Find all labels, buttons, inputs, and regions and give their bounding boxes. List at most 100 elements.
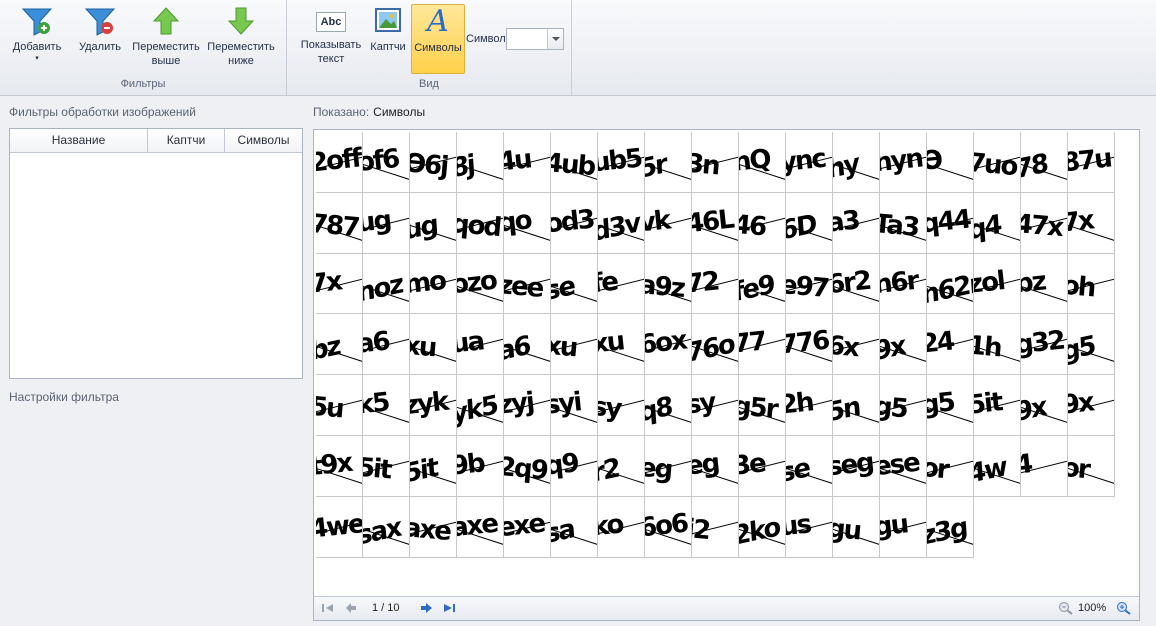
symbol-tile[interactable]: 87u	[1068, 132, 1115, 193]
symbol-tile[interactable]: 4wed	[316, 496, 363, 558]
symbol-tile[interactable]: r2	[598, 435, 645, 497]
symbol-tile[interactable]: 787	[316, 192, 363, 254]
symbol-tile[interactable]: ozo	[457, 253, 504, 315]
symbol-tile[interactable]: ync	[786, 132, 833, 193]
symbol-tile[interactable]: 9b	[457, 435, 504, 497]
symbol-tile[interactable]: od3	[551, 192, 598, 254]
symbol-tile[interactable]: syi	[551, 375, 598, 436]
symbol-tile[interactable]: t9x	[316, 435, 363, 497]
symbol-tile[interactable]: 3e	[739, 435, 786, 497]
captcha-button[interactable]: Каптчи	[367, 4, 409, 74]
symbol-tile[interactable]: 9x	[880, 314, 927, 376]
symbol-tile[interactable]: q4	[974, 192, 1021, 254]
symbol-tile[interactable]: 4	[1021, 435, 1068, 497]
column-symbols-header[interactable]: Символы	[225, 129, 302, 152]
symbol-tile[interactable]: Ta3	[880, 192, 927, 254]
symbol-tile[interactable]: 72	[692, 253, 739, 315]
symbol-tile[interactable]: g32	[1021, 314, 1068, 376]
symbol-tile[interactable]: zee	[504, 253, 551, 315]
symbol-tile[interactable]: ub5	[598, 132, 645, 193]
symbol-tile[interactable]: 8j	[457, 132, 504, 193]
symbol-tile[interactable]: 4ub	[551, 132, 598, 193]
symbol-tile[interactable]: Ө6j	[410, 132, 457, 193]
symbol-tile[interactable]: ug	[410, 192, 457, 254]
symbol-tile[interactable]: eg	[645, 435, 692, 497]
symbol-tile[interactable]: 6o6	[645, 496, 692, 558]
symbol-tile[interactable]: 5n	[833, 375, 880, 436]
symbol-tile[interactable]: a9z	[645, 253, 692, 315]
symbol-tile[interactable]: us	[786, 496, 833, 558]
symbol-tile[interactable]: or	[1068, 435, 1115, 497]
symbol-tile[interactable]: 5it	[410, 435, 457, 497]
first-page-icon[interactable]	[320, 601, 336, 615]
symbol-tile[interactable]: a6	[363, 314, 410, 376]
prev-page-icon[interactable]	[344, 601, 360, 615]
symbol-tile[interactable]: 7uo	[974, 132, 1021, 193]
symbol-tile[interactable]: 5u	[316, 375, 363, 436]
symbol-tile[interactable]: 5it	[363, 435, 410, 497]
symbol-tile[interactable]: or	[927, 435, 974, 497]
symbol-tile[interactable]: 76o	[692, 314, 739, 376]
symbol-tile[interactable]: g5r	[739, 375, 786, 436]
symbols-gallery[interactable]: 2off of6 Ө6j 8j 4u 4ub ub5 5r 3n nQ ync hy hyn Ө 7uo 78…	[316, 132, 1115, 558]
symbol-tile[interactable]: ko	[598, 496, 645, 558]
symbol-tile[interactable]: a6	[504, 314, 551, 376]
symbol-tile[interactable]: oh	[1068, 253, 1115, 315]
symbol-tile[interactable]: q44	[927, 192, 974, 254]
symbol-tile[interactable]: nQ	[739, 132, 786, 193]
symbol-tile[interactable]: bz	[1021, 253, 1068, 315]
symbol-tile[interactable]: qo	[504, 192, 551, 254]
symbol-tile[interactable]: g5	[927, 375, 974, 436]
symbol-tile[interactable]: 47x	[1021, 192, 1068, 254]
symbol-tile[interactable]: g5	[880, 375, 927, 436]
symbol-tile[interactable]: n62n	[927, 253, 974, 315]
symbol-tile[interactable]: Ө	[927, 132, 974, 193]
chevron-down-icon[interactable]	[547, 29, 563, 49]
next-page-icon[interactable]	[418, 601, 434, 615]
symbol-tile[interactable]: hy	[833, 132, 880, 193]
symbol-tile[interactable]: xu	[598, 314, 645, 376]
symbol-tile[interactable]: 9x	[1068, 375, 1115, 436]
symbol-tile[interactable]: se	[551, 253, 598, 315]
symbol-tile[interactable]: qod	[457, 192, 504, 254]
symbol-tile[interactable]: ese	[880, 435, 927, 497]
symbol-tile[interactable]: sax	[363, 496, 410, 558]
symbol-tile[interactable]: 6D	[786, 192, 833, 254]
symbol-tile[interactable]: 7x	[316, 253, 363, 315]
symbol-tile[interactable]: of6	[363, 132, 410, 193]
symbol-tile[interactable]: 4u	[504, 132, 551, 193]
zoom-in-icon[interactable]	[1116, 601, 1132, 615]
symbol-combo[interactable]	[506, 28, 564, 50]
symbol-tile[interactable]: 4w	[974, 435, 1021, 497]
symbol-tile[interactable]: q9	[551, 435, 598, 497]
move-down-button[interactable]: Переместить ниже	[205, 4, 277, 74]
symbol-tile[interactable]: 2off	[316, 132, 363, 193]
remove-filter-button[interactable]: Удалить	[72, 4, 128, 74]
symbol-tile[interactable]: g5	[1068, 314, 1115, 376]
symbol-tile[interactable]: 3n	[692, 132, 739, 193]
symbol-tile[interactable]: vk	[645, 192, 692, 254]
symbol-tile[interactable]: sa	[551, 496, 598, 558]
symbol-tile[interactable]: 7x	[1068, 192, 1115, 254]
symbol-tile[interactable]: gu	[880, 496, 927, 558]
symbol-tile[interactable]: hyn	[880, 132, 927, 193]
symbol-tile[interactable]: seg	[833, 435, 880, 497]
symbol-tile[interactable]: 1h	[974, 314, 1021, 376]
move-up-button[interactable]: Переместить выше	[130, 4, 202, 74]
symbol-tile[interactable]: zol	[974, 253, 1021, 315]
symbols-button[interactable]: A Символы	[411, 4, 465, 74]
symbol-tile[interactable]: 5it	[974, 375, 1021, 436]
symbol-tile[interactable]: axe	[410, 496, 457, 558]
symbol-tile[interactable]: 78	[1021, 132, 1068, 193]
symbol-tile[interactable]: d3v	[598, 192, 645, 254]
symbol-tile[interactable]: noz	[363, 253, 410, 315]
symbol-tile[interactable]: sy	[692, 375, 739, 436]
symbol-tile[interactable]: a3	[833, 192, 880, 254]
symbol-tile[interactable]: zyj	[504, 375, 551, 436]
symbol-tile[interactable]: exe	[504, 496, 551, 558]
symbol-tile[interactable]: 9x	[1021, 375, 1068, 436]
show-text-button[interactable]: Abc Показывать текст	[293, 4, 369, 74]
symbol-tile[interactable]: n6r	[880, 253, 927, 315]
column-name-header[interactable]: Название	[10, 129, 148, 152]
symbol-tile[interactable]: gu	[833, 496, 880, 558]
